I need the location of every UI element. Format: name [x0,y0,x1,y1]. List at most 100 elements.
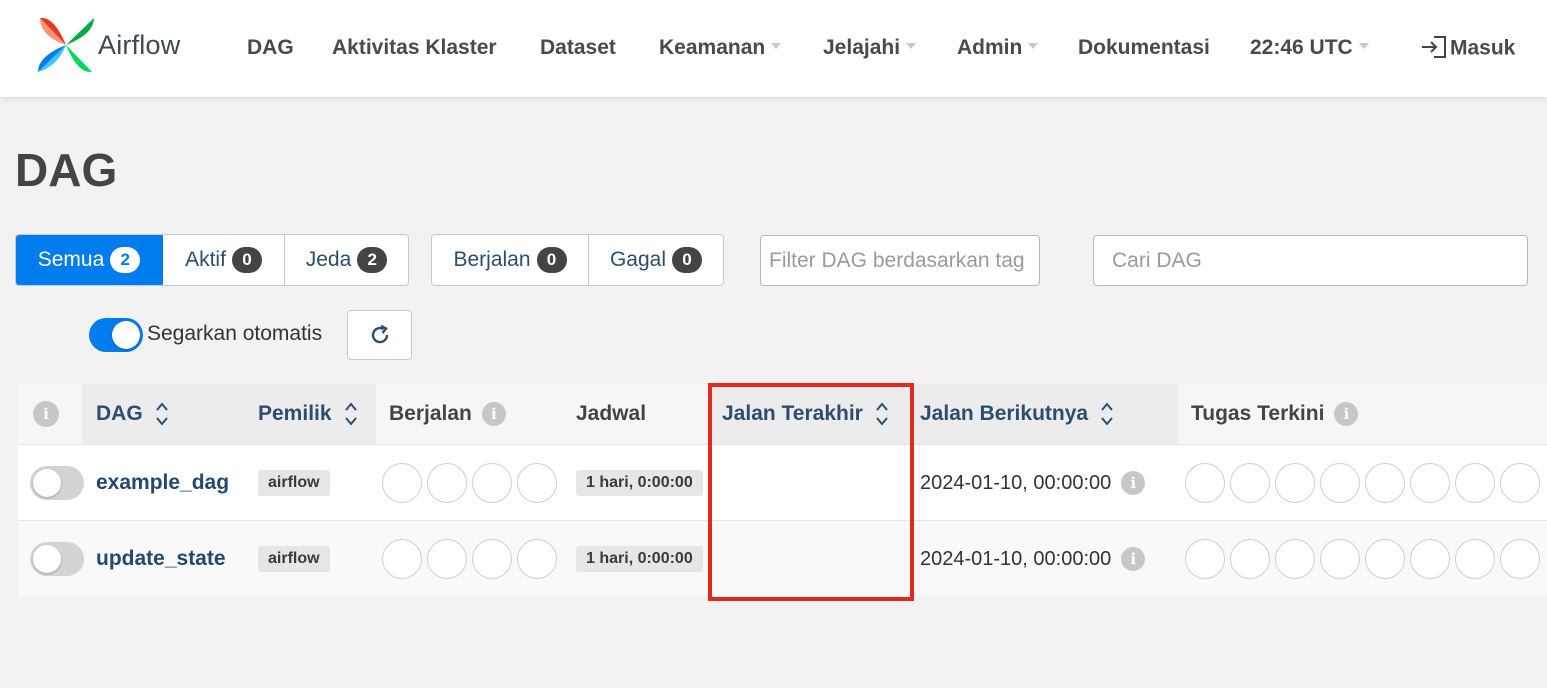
filter-active-label: Aktif [185,248,226,271]
run-status-circle[interactable] [382,539,422,579]
pause-toggle[interactable] [30,542,84,576]
count-badge: 0 [672,247,703,273]
run-status-circle[interactable] [517,463,557,503]
info-icon[interactable]: i [1121,471,1146,495]
nav-docs[interactable]: Dokumentasi [1078,36,1210,60]
sort-icon [344,402,357,426]
table-row: update_state airflow 1 hari, 0:00:00 202… [18,520,1547,596]
sort-icon [155,402,168,426]
run-status-circles [382,521,562,597]
column-label: Jalan Terakhir [722,402,863,425]
nav-admin[interactable]: Admin [957,36,1039,60]
auto-refresh-toggle[interactable] [89,318,143,352]
schedule-badge[interactable]: 1 hari, 0:00:00 [576,470,703,496]
run-status-circle[interactable] [517,539,557,579]
info-icon[interactable]: i [1121,547,1146,571]
sort-icon [876,402,888,426]
auto-refresh-label: Segarkan otomatis [147,322,323,345]
schedule-badge[interactable]: 1 hari, 0:00:00 [576,546,703,572]
nav-security[interactable]: Keamanan [659,36,782,60]
run-state-filter-group: Berjalan 0 Gagal 0 [431,234,724,286]
filter-all-label: Semua [37,248,105,271]
next-run-value: 2024-01-10, 00:00:00 [920,471,1112,494]
pause-toggle[interactable] [30,466,84,500]
run-status-circle[interactable] [427,463,467,503]
column-label: Berjalan [389,402,472,425]
search-dag-input[interactable] [1093,235,1528,286]
column-label: Pemilik [258,402,332,425]
info-icon[interactable]: i [33,401,59,427]
task-status-circle[interactable] [1365,539,1405,579]
run-status-circle[interactable] [382,463,422,503]
airflow-logo[interactable] [36,16,96,74]
refresh-button[interactable] [347,310,412,360]
status-filter-group: Semua 2 Aktif 0 Jeda 2 [15,234,409,286]
info-icon[interactable]: i [1334,402,1359,426]
column-label: DAG [96,402,143,425]
dag-id-link[interactable]: update_state [96,547,226,571]
task-status-circle[interactable] [1185,539,1225,579]
nav-browse-label: Jelajahi [823,36,901,59]
count-badge: 0 [536,247,567,273]
filter-failed-button[interactable]: Gagal 0 [589,235,723,285]
tag-filter-input[interactable] [760,235,1040,286]
dag-id-link[interactable]: example_dag [96,471,229,495]
info-icon[interactable]: i [481,402,506,426]
owner-tag[interactable]: airflow [258,470,330,496]
toggle-knob [33,545,61,573]
column-header-runs: Berjalan i [389,384,506,444]
task-status-circle[interactable] [1230,463,1270,503]
chevron-down-icon [906,43,917,50]
column-header-dag[interactable]: DAG [96,384,169,444]
task-status-circle[interactable] [1410,463,1450,503]
task-status-circle[interactable] [1455,463,1495,503]
nav-browse[interactable]: Jelajahi [823,36,917,60]
task-status-circle[interactable] [1320,463,1360,503]
nav-security-label: Keamanan [659,36,766,59]
filter-active-button[interactable]: Aktif 0 [163,235,285,285]
column-header-schedule: Jadwal [576,384,646,444]
filter-running-button[interactable]: Berjalan 0 [432,235,589,285]
next-run-value: 2024-01-10, 00:00:00 [920,547,1112,570]
time-label: 22:46 UTC [1250,36,1353,59]
task-status-circle[interactable] [1230,539,1270,579]
task-status-circle[interactable] [1455,539,1495,579]
task-status-circles [1185,445,1545,521]
run-status-circle[interactable] [472,539,512,579]
nav-datasets[interactable]: Dataset [540,36,616,60]
chevron-down-icon [1028,43,1039,50]
login-icon [1422,36,1446,58]
task-status-circle[interactable] [1500,463,1540,503]
run-status-circles [382,445,562,521]
brand-name[interactable]: Airflow [98,30,180,61]
nav-cluster-activity[interactable]: Aktivitas Klaster [332,36,497,60]
task-status-circle[interactable] [1275,463,1315,503]
nav-admin-label: Admin [957,36,1023,59]
task-status-circle[interactable] [1275,539,1315,579]
login-label: Masuk [1450,36,1516,60]
table-row: example_dag airflow 1 hari, 0:00:00 2024… [18,444,1547,520]
nav-dag[interactable]: DAG [247,36,294,60]
task-status-circle[interactable] [1320,539,1360,579]
column-header-next-run[interactable]: Jalan Berikutnya [920,384,1114,444]
task-status-circle[interactable] [1185,463,1225,503]
run-status-circle[interactable] [427,539,467,579]
filter-failed-label: Gagal [609,248,667,271]
chevron-down-icon [1358,43,1369,50]
column-header-last-run[interactable]: Jalan Terakhir [722,384,889,444]
filter-all-button[interactable]: Semua 2 [16,235,163,285]
run-status-circle[interactable] [472,463,512,503]
nav-time[interactable]: 22:46 UTC [1250,36,1369,60]
count-badge: 0 [231,247,262,273]
login-link[interactable]: Masuk [1420,36,1515,62]
column-label: Jadwal [576,402,647,425]
owner-tag[interactable]: airflow [258,546,330,572]
toggle-knob [112,321,140,349]
top-navbar: Airflow DAG Aktivitas Klaster Dataset Ke… [0,0,1547,97]
filter-paused-button[interactable]: Jeda 2 [285,235,408,285]
task-status-circle[interactable] [1365,463,1405,503]
task-status-circle[interactable] [1500,539,1540,579]
task-status-circle[interactable] [1410,539,1450,579]
task-status-circles [1185,521,1545,597]
column-header-owner[interactable]: Pemilik [258,384,358,444]
